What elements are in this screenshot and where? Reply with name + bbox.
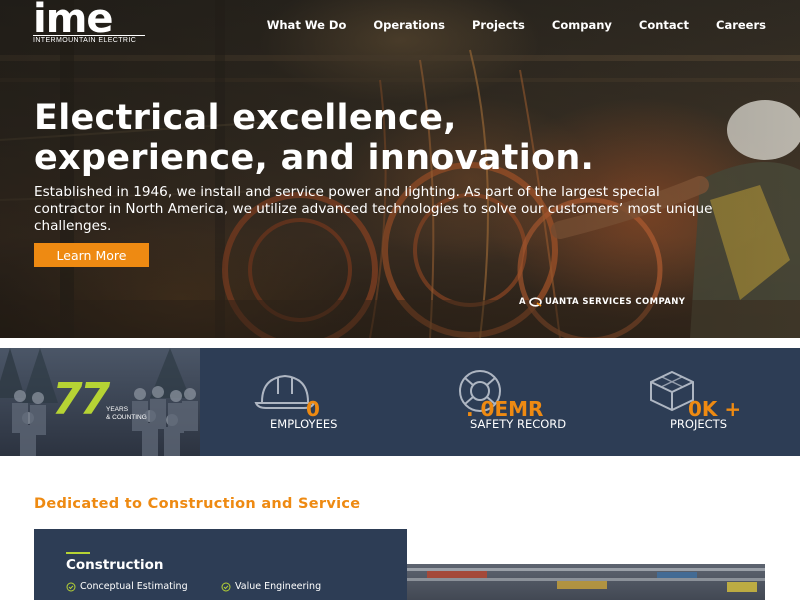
hero-description: Established in 1946, we install and serv…: [34, 184, 713, 234]
nav-projects[interactable]: Projects: [472, 18, 525, 32]
team-photo: 77 YEARS & COUNTING: [0, 348, 200, 456]
card-item-value-engineering: Value Engineering: [221, 581, 321, 592]
nav-contact[interactable]: Contact: [639, 18, 689, 32]
years-value: 77: [52, 374, 110, 425]
stats-band: 77 YEARS & COUNTING 0 EMPLOYEES . 0EMR S…: [0, 348, 800, 456]
construction-photo-scene: [407, 568, 765, 592]
main-nav: What We Do Operations Projects Company C…: [267, 18, 766, 32]
stat-projects-label: PROJECTS: [670, 417, 727, 431]
nav-careers[interactable]: Careers: [716, 18, 766, 32]
quanta-q-icon: [529, 297, 542, 307]
card-item-label: Conceptual Estimating: [80, 581, 188, 592]
nav-operations[interactable]: Operations: [373, 18, 445, 32]
card-item-conceptual-estimating: Conceptual Estimating: [66, 581, 188, 592]
stat-employees: 0 EMPLOYEES: [250, 348, 380, 456]
logo-subtitle: INTERMOUNTAIN ELECTRIC: [33, 35, 145, 44]
stat-employees-label: EMPLOYEES: [270, 417, 338, 431]
quanta-name: UANTA SERVICES COMPANY: [544, 297, 686, 307]
hero-banner: ime INTERMOUNTAIN ELECTRIC What We Do Op…: [0, 0, 800, 338]
quanta-prefix: A: [519, 297, 526, 307]
learn-more-button[interactable]: Learn More: [34, 243, 149, 267]
stat-safety-label: SAFETY RECORD: [470, 417, 567, 431]
quanta-services-badge[interactable]: A UANTA SERVICES COMPANY: [519, 297, 685, 307]
card-item-label: Value Engineering: [235, 581, 322, 592]
years-caption-line1: YEARS: [106, 406, 129, 413]
stat-safety: . 0EMR SAFETY RECORD: [452, 348, 592, 456]
nav-what-we-do[interactable]: What We Do: [267, 18, 347, 32]
section-title: Dedicated to Construction and Service: [34, 496, 361, 512]
check-circle-icon: [221, 582, 231, 591]
hero-title: Electrical excellence, experience, and i…: [34, 98, 595, 178]
stat-projects: 0K + PROJECTS: [648, 348, 768, 456]
card-accent-bar: [66, 552, 90, 554]
check-circle-icon: [66, 582, 76, 591]
years-caption: YEARS & COUNTING: [106, 406, 147, 422]
card-title: Construction: [66, 557, 164, 573]
construction-card[interactable]: Construction Conceptual Estimating Value…: [34, 529, 407, 600]
years-caption-line2: & COUNTING: [106, 414, 147, 421]
nav-company[interactable]: Company: [552, 18, 612, 32]
ime-logo[interactable]: ime INTERMOUNTAIN ELECTRIC: [33, 0, 147, 44]
construction-photo: [407, 564, 765, 600]
